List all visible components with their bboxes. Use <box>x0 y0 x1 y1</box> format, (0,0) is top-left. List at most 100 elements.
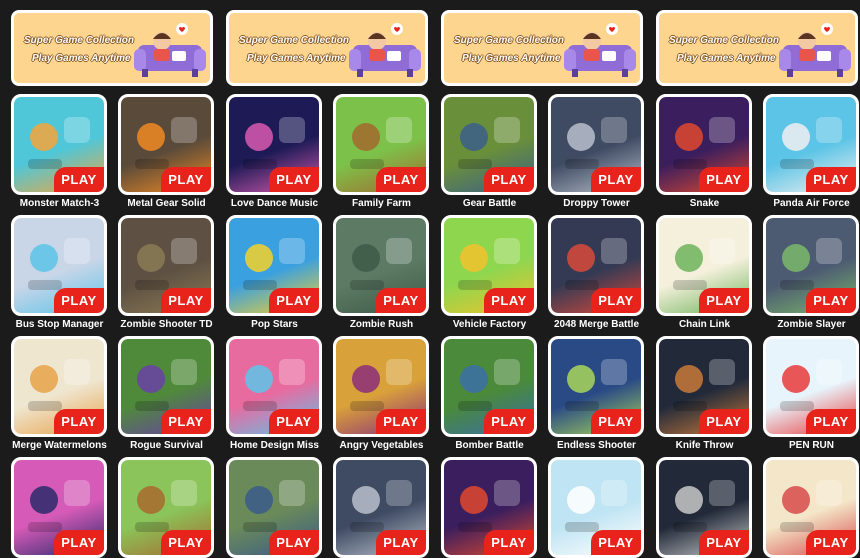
game-card[interactable]: PLAY <box>118 94 214 195</box>
game-card[interactable]: PLAY <box>11 94 107 195</box>
play-button[interactable]: PLAY <box>161 288 211 313</box>
game-card[interactable]: PLAY <box>226 336 322 437</box>
play-button[interactable]: PLAY <box>54 167 104 192</box>
play-button[interactable]: PLAY <box>591 167 641 192</box>
game-title[interactable]: Chain Link <box>651 319 758 330</box>
sofa-gamer-icon <box>134 23 206 77</box>
game-card[interactable]: PLAY <box>11 215 107 316</box>
game-title[interactable]: Pop Stars <box>221 319 328 330</box>
play-button[interactable]: PLAY <box>161 409 211 434</box>
play-button[interactable]: PLAY <box>591 288 641 313</box>
game-card[interactable]: PLAY <box>333 215 429 316</box>
game-card[interactable]: PLAY <box>656 457 752 558</box>
game-card[interactable]: PLAY <box>226 94 322 195</box>
play-button[interactable]: PLAY <box>806 530 856 555</box>
game-title[interactable]: Gear Battle <box>436 198 543 209</box>
play-button[interactable]: PLAY <box>484 409 534 434</box>
play-button[interactable]: PLAY <box>699 409 749 434</box>
game-title[interactable]: Rogue Survival <box>113 440 220 451</box>
play-button[interactable]: PLAY <box>699 288 749 313</box>
game-card[interactable]: PLAY <box>118 457 214 558</box>
game-title[interactable]: Droppy Tower <box>543 198 650 209</box>
game-card[interactable]: PLAY <box>118 336 214 437</box>
game-card[interactable]: PLAY <box>11 336 107 437</box>
game-title[interactable]: Vehicle Factory <box>436 319 543 330</box>
play-button[interactable]: PLAY <box>699 530 749 555</box>
play-button[interactable]: PLAY <box>269 409 319 434</box>
game-title[interactable]: Zombie Rush <box>328 319 435 330</box>
game-title[interactable]: Family Farm <box>328 198 435 209</box>
play-button[interactable]: PLAY <box>484 167 534 192</box>
game-card[interactable]: PLAY <box>656 336 752 437</box>
game-card[interactable]: PLAY <box>548 94 644 195</box>
game-title[interactable]: Panda Air Force <box>758 198 860 209</box>
game-title[interactable]: Zombie Slayer <box>758 319 860 330</box>
game-title[interactable]: Endless Shooter <box>543 440 650 451</box>
game-title[interactable]: Love Dance Music <box>221 198 328 209</box>
play-button[interactable]: PLAY <box>591 409 641 434</box>
game-card[interactable]: PLAY <box>11 457 107 558</box>
game-card[interactable]: PLAY <box>656 215 752 316</box>
game-title[interactable]: Knife Throw <box>651 440 758 451</box>
play-button[interactable]: PLAY <box>269 530 319 555</box>
promo-banner[interactable]: Super Game Collection Play Games Anytime <box>11 10 213 86</box>
game-card[interactable]: PLAY <box>226 215 322 316</box>
game-card[interactable]: PLAY <box>441 336 537 437</box>
play-button[interactable]: PLAY <box>376 167 426 192</box>
game-title[interactable]: Monster Match-3 <box>6 198 113 209</box>
game-card[interactable]: PLAY <box>763 94 859 195</box>
play-button[interactable]: PLAY <box>484 288 534 313</box>
game-title[interactable]: PEN RUN <box>758 440 860 451</box>
game-card[interactable]: PLAY <box>333 94 429 195</box>
game-card[interactable]: PLAY <box>441 457 537 558</box>
game-card[interactable]: PLAY <box>763 336 859 437</box>
play-button[interactable]: PLAY <box>54 288 104 313</box>
play-button[interactable]: PLAY <box>806 288 856 313</box>
game-title[interactable]: Bomber Battle <box>436 440 543 451</box>
play-button[interactable]: PLAY <box>376 530 426 555</box>
play-button[interactable]: PLAY <box>806 409 856 434</box>
promo-banner[interactable]: Super Game Collection Play Games Anytime <box>441 10 643 86</box>
banner-line1: Super Game Collection <box>239 35 350 46</box>
game-card[interactable]: PLAY <box>333 457 429 558</box>
banner-line2: Play Games Anytime <box>462 53 561 64</box>
play-button[interactable]: PLAY <box>484 530 534 555</box>
game-card[interactable]: PLAY <box>118 215 214 316</box>
play-button[interactable]: PLAY <box>161 530 211 555</box>
play-button[interactable]: PLAY <box>699 167 749 192</box>
promo-banner[interactable]: Super Game Collection Play Games Anytime <box>656 10 858 86</box>
game-title[interactable]: Home Design Miss <box>221 440 328 451</box>
game-card[interactable]: PLAY <box>656 94 752 195</box>
play-button[interactable]: PLAY <box>54 409 104 434</box>
play-button[interactable]: PLAY <box>376 288 426 313</box>
game-card[interactable]: PLAY <box>441 94 537 195</box>
game-card[interactable]: PLAY <box>226 457 322 558</box>
game-card[interactable]: PLAY <box>548 457 644 558</box>
game-card[interactable]: PLAY <box>763 215 859 316</box>
play-button[interactable]: PLAY <box>161 167 211 192</box>
game-title[interactable]: 2048 Merge Battle <box>543 319 650 330</box>
game-card[interactable]: PLAY <box>548 215 644 316</box>
game-title[interactable]: Angry Vegetables <box>328 440 435 451</box>
play-button[interactable]: PLAY <box>54 530 104 555</box>
game-card[interactable]: PLAY <box>763 457 859 558</box>
play-button[interactable]: PLAY <box>591 530 641 555</box>
sofa-gamer-icon <box>779 23 851 77</box>
game-title[interactable]: Zombie Shooter TD <box>113 319 220 330</box>
play-button[interactable]: PLAY <box>376 409 426 434</box>
game-card[interactable]: PLAY <box>333 336 429 437</box>
game-title[interactable]: Metal Gear Solid <box>113 198 220 209</box>
play-button[interactable]: PLAY <box>806 167 856 192</box>
game-title[interactable]: Bus Stop Manager <box>6 319 113 330</box>
banner-line2: Play Games Anytime <box>677 53 776 64</box>
game-title[interactable]: Snake <box>651 198 758 209</box>
game-title[interactable]: Merge Watermelons <box>6 440 113 451</box>
sofa-gamer-icon <box>564 23 636 77</box>
banner-line1: Super Game Collection <box>24 35 135 46</box>
promo-banner[interactable]: Super Game Collection Play Games Anytime <box>226 10 428 86</box>
banner-line2: Play Games Anytime <box>32 53 131 64</box>
game-card[interactable]: PLAY <box>441 215 537 316</box>
game-card[interactable]: PLAY <box>548 336 644 437</box>
play-button[interactable]: PLAY <box>269 167 319 192</box>
play-button[interactable]: PLAY <box>269 288 319 313</box>
